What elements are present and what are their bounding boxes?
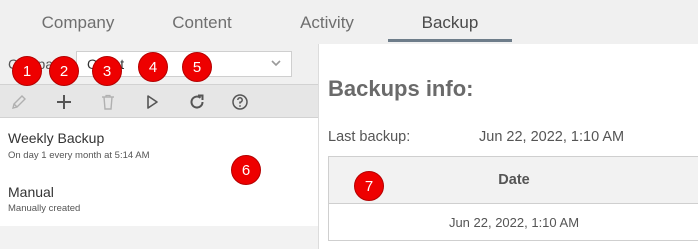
refresh-button[interactable] — [185, 90, 209, 114]
backups-info-title: Backups info: — [328, 76, 474, 101]
list-item-title: Weekly Backup — [8, 130, 105, 146]
tab-company-label: Company — [41, 12, 115, 32]
tab-activity[interactable]: Activity — [259, 0, 395, 44]
table-cell-date: Jun 22, 2022, 1:10 AM — [448, 215, 580, 230]
trash-icon — [102, 94, 114, 110]
marker-7: 7 — [354, 171, 384, 201]
tab-activity-label: Activity — [300, 12, 354, 32]
backup-page: Company Content Activity Backup Company:… — [0, 0, 698, 249]
list-item-subtitle: Manually created — [8, 203, 81, 214]
tab-company[interactable]: Company — [10, 0, 146, 44]
marker-6: 6 — [231, 155, 261, 185]
pencil-icon — [12, 95, 26, 109]
tab-content-label: Content — [172, 12, 232, 32]
date-column-header-label: Date — [498, 172, 530, 188]
tab-backup[interactable]: Backup — [388, 0, 512, 44]
play-icon — [147, 95, 158, 109]
marker-1: 1 — [12, 56, 42, 86]
backup-list: Weekly Backup On day 1 every month at 5:… — [0, 118, 318, 226]
date-column-header[interactable]: Date — [329, 157, 698, 204]
list-item-subtitle: On day 1 every month at 5:14 AM — [8, 150, 150, 161]
marker-4: 4 — [138, 52, 168, 82]
list-item[interactable]: Manual Manually created — [0, 172, 318, 226]
help-button[interactable] — [228, 90, 252, 114]
marker-3: 3 — [92, 56, 122, 86]
edit-button[interactable] — [7, 90, 31, 114]
backup-toolbar — [0, 84, 318, 118]
help-icon — [232, 94, 248, 110]
backups-table: Date Jun 22, 2022, 1:10 AM — [328, 156, 698, 241]
last-backup-label: Last backup: — [328, 129, 411, 145]
refresh-icon — [190, 94, 204, 109]
tab-content[interactable]: Content — [134, 0, 270, 44]
backup-info-panel: Backups info: Last backup: Jun 22, 2022,… — [319, 44, 698, 249]
tab-backup-label: Backup — [421, 12, 479, 32]
table-row[interactable]: Jun 22, 2022, 1:10 AM — [329, 204, 698, 241]
tab-bar: Company Content Activity Backup — [0, 0, 698, 44]
marker-5: 5 — [182, 52, 212, 82]
run-backup-button[interactable] — [140, 90, 164, 114]
list-item-title: Manual — [8, 184, 54, 200]
last-backup-value: Jun 22, 2022, 1:10 AM — [479, 129, 625, 145]
marker-2: 2 — [49, 56, 79, 86]
plus-icon — [57, 95, 71, 109]
chevron-down-icon — [271, 60, 281, 67]
list-item[interactable]: Weekly Backup On day 1 every month at 5:… — [0, 118, 318, 172]
delete-button[interactable] — [96, 90, 120, 114]
add-button[interactable] — [52, 90, 76, 114]
